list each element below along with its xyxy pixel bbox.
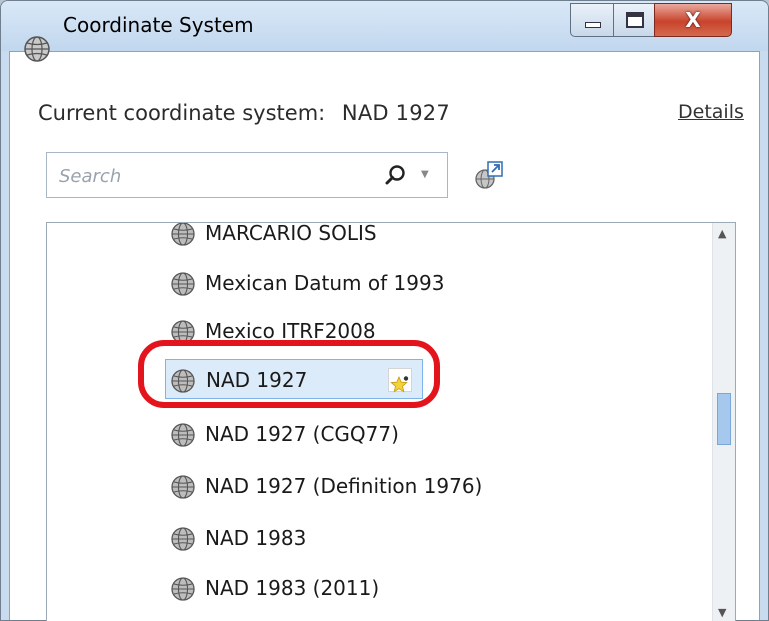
- vertical-scrollbar[interactable]: ▲ ▼: [712, 223, 735, 621]
- current-coordinate-system: Current coordinate system: NAD 1927: [38, 101, 450, 125]
- scroll-up-arrow-icon[interactable]: ▲: [718, 227, 726, 240]
- view-coordinate-system-globe-button[interactable]: [472, 158, 506, 192]
- globe-icon: [170, 525, 196, 551]
- list-item-label: MARCARIO SOLIS: [205, 222, 377, 245]
- list-item-label: NAD 1927: [206, 368, 308, 392]
- search-box[interactable]: ▼: [46, 152, 448, 198]
- globe-icon: [170, 575, 196, 601]
- list-item-label: NAD 1983: [205, 526, 307, 550]
- maximize-button[interactable]: [613, 3, 655, 37]
- coordinate-system-list[interactable]: MARCARIO SOLIS Mexican Datum of 1993 Mex…: [46, 222, 736, 621]
- globe-arrow-icon: [475, 161, 503, 189]
- globe-icon: [170, 421, 196, 447]
- minimize-icon: [585, 22, 601, 28]
- list-item-label: NAD 1983 (2011): [205, 576, 380, 600]
- search-input[interactable]: [57, 161, 361, 191]
- scrollbar-thumb[interactable]: [717, 393, 731, 445]
- scroll-down-arrow-icon[interactable]: ▼: [718, 606, 726, 619]
- minimize-button[interactable]: [570, 3, 614, 37]
- favorite-star-icon[interactable]: [388, 368, 412, 393]
- globe-icon: [170, 223, 196, 246]
- window-title: Coordinate System: [63, 13, 254, 37]
- search-icon[interactable]: [383, 163, 409, 189]
- current-coordinate-system-label: Current coordinate system:: [38, 101, 326, 125]
- maximize-icon: [626, 12, 644, 28]
- list-item-label: NAD 1927 (Definition 1976): [205, 474, 483, 498]
- current-coordinate-system-value: NAD 1927: [341, 101, 450, 125]
- globe-icon: [170, 367, 196, 393]
- search-options-chevron-down-icon[interactable]: ▼: [421, 170, 431, 180]
- close-button[interactable]: X: [654, 3, 732, 37]
- globe-icon: [170, 473, 196, 499]
- details-link[interactable]: Details: [678, 101, 744, 123]
- list-item-label: Mexico ITRF2008: [205, 319, 376, 343]
- globe-icon: [170, 270, 196, 296]
- close-icon: X: [685, 8, 701, 32]
- globe-icon: [170, 318, 196, 344]
- list-item-label: Mexican Datum of 1993: [205, 271, 445, 295]
- list-item-label: NAD 1927 (CGQ77): [205, 422, 399, 446]
- list-item-selected[interactable]: NAD 1927: [165, 359, 423, 399]
- app-globe-icon: [23, 35, 51, 63]
